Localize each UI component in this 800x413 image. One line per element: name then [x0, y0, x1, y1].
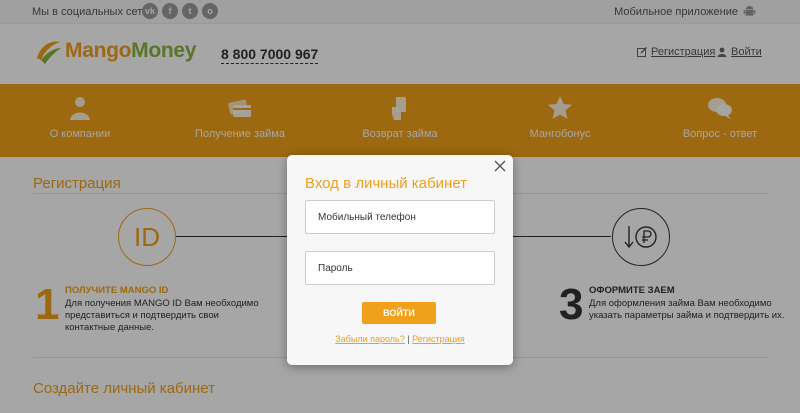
page: Мы в социальных сетях: vk f t о Мобильно… — [0, 0, 800, 413]
login-button[interactable]: ВОЙТИ — [362, 302, 436, 324]
modal-title: Вход в личный кабинет — [305, 175, 467, 192]
modal-links: Забыли пароль? | Регистрация — [287, 334, 513, 344]
phone-input[interactable] — [305, 200, 495, 234]
password-input[interactable] — [305, 251, 495, 285]
link-separator: | — [407, 334, 410, 344]
close-icon[interactable] — [493, 159, 507, 173]
forgot-password-link[interactable]: Забыли пароль? — [335, 334, 404, 344]
login-modal: Вход в личный кабинет ВОЙТИ Забыли парол… — [287, 155, 513, 365]
modal-register-link[interactable]: Регистрация — [412, 334, 465, 344]
